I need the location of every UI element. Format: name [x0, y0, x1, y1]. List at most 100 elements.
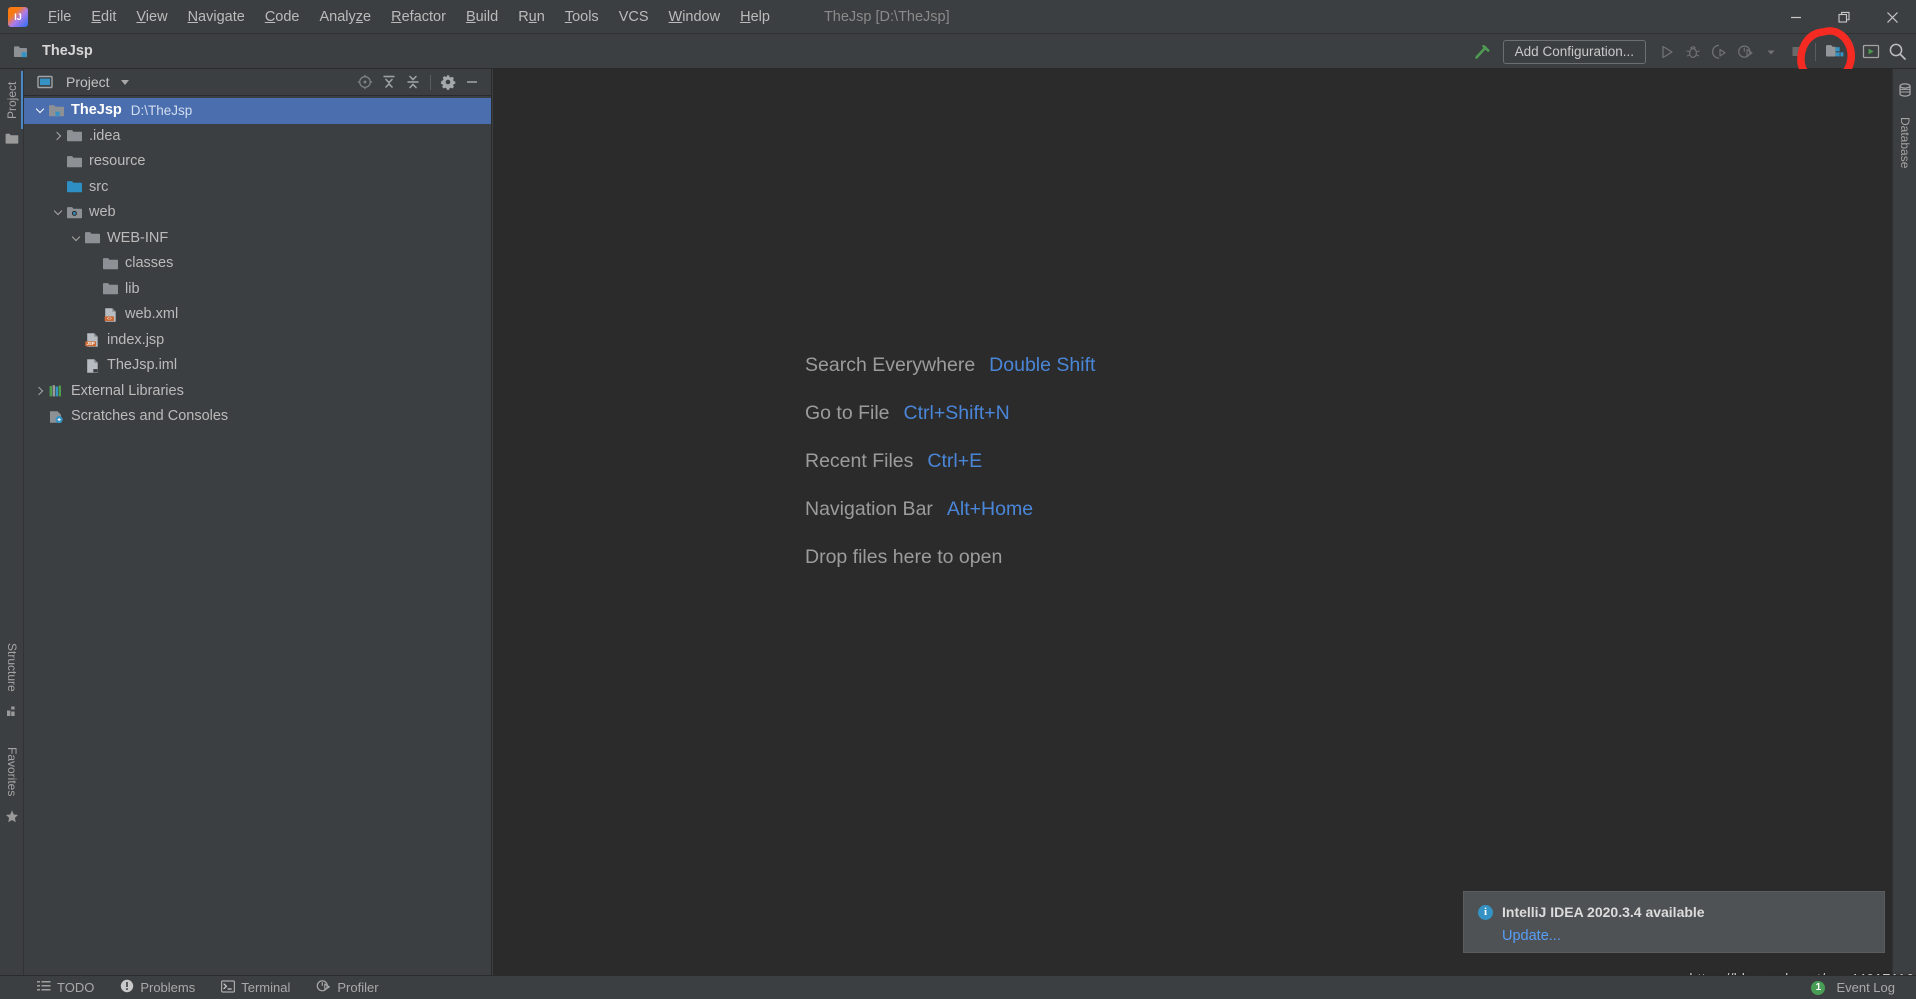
- debug-icon[interactable]: [1680, 39, 1706, 65]
- project-panel-title[interactable]: Project: [36, 74, 129, 91]
- star-icon[interactable]: [5, 809, 19, 823]
- intellij-idea-logo-icon: [8, 6, 28, 27]
- toolbar-project-label: TheJsp: [12, 43, 93, 60]
- status-item-problems-label: Problems: [140, 980, 196, 995]
- tree-node-lib[interactable]: lib: [24, 277, 491, 303]
- close-button[interactable]: [1868, 0, 1916, 34]
- database-icon[interactable]: [1898, 83, 1912, 97]
- profile-icon[interactable]: [1732, 39, 1758, 65]
- web-resource-folder-icon: [66, 204, 83, 221]
- hide-panel-icon[interactable]: [461, 71, 483, 93]
- tree-node-label: WEB-INF: [107, 229, 169, 246]
- project-folder-icon[interactable]: [5, 131, 19, 145]
- tree-node-classes[interactable]: classes: [24, 251, 491, 277]
- tree-node-thejsp-iml[interactable]: TheJsp.iml: [24, 353, 491, 379]
- status-item-profiler[interactable]: Profiler: [303, 976, 391, 999]
- menu-item-navigate[interactable]: Navigate: [178, 3, 255, 31]
- tree-node-web-inf[interactable]: WEB-INF: [24, 226, 491, 252]
- update-project-icon[interactable]: [1858, 39, 1884, 65]
- tree-node-label: lib: [125, 280, 140, 297]
- notification-balloon[interactable]: i IntelliJ IDEA 2020.3.4 available Updat…: [1463, 891, 1885, 953]
- status-item-problems[interactable]: Problems: [107, 976, 208, 999]
- event-log-badge: 1: [1811, 980, 1826, 995]
- menu-item-code[interactable]: Code: [255, 3, 310, 31]
- shortcut-action-label: Go to File: [805, 402, 890, 424]
- status-item-todo-label: TODO: [57, 980, 95, 995]
- stripe-item-project[interactable]: Project: [0, 73, 24, 127]
- chevron-right-icon[interactable]: [50, 128, 66, 144]
- tree-node-path: D:\TheJsp: [130, 103, 193, 119]
- tree-node-idea[interactable]: .idea: [24, 124, 491, 150]
- menu-item-tools[interactable]: Tools: [555, 3, 609, 31]
- menu-item-file[interactable]: File: [38, 3, 81, 31]
- tree-node-label: TheJsp: [71, 102, 122, 119]
- tree-node-label: web.xml: [125, 306, 179, 323]
- scratches-icon: [48, 408, 65, 425]
- notification-update-link[interactable]: Update...: [1502, 928, 1870, 944]
- minimize-button[interactable]: [1772, 0, 1820, 34]
- status-item-terminal[interactable]: Terminal: [208, 976, 303, 999]
- chevron-down-icon[interactable]: [32, 103, 48, 119]
- window-title: TheJsp [D:\TheJsp]: [823, 8, 950, 25]
- chevron-down-icon[interactable]: [50, 205, 66, 221]
- shortcut-action-label: Search Everywhere: [805, 354, 976, 376]
- stop-icon[interactable]: [1784, 39, 1810, 65]
- shortcut-keybinding: Alt+Home: [946, 498, 1034, 520]
- folder-icon: [102, 281, 119, 298]
- stripe-item-database[interactable]: Database: [1893, 103, 1916, 183]
- project-view-icon: [36, 74, 53, 91]
- menu-item-window[interactable]: Window: [659, 3, 731, 31]
- status-item-event-log[interactable]: 1 Event Log: [1798, 976, 1908, 999]
- stripe-item-database-label: Database: [1898, 117, 1912, 169]
- build-hammer-icon[interactable]: [1469, 39, 1495, 65]
- add-configuration-button[interactable]: Add Configuration...: [1502, 39, 1646, 64]
- project-structure-icon[interactable]: [1821, 39, 1847, 65]
- settings-gear-icon[interactable]: [437, 71, 459, 93]
- editor-empty-area[interactable]: Search Everywhere Double Shift Go to File C…: [493, 69, 1892, 975]
- search-icon[interactable]: [1884, 39, 1910, 65]
- status-item-event-log-label: Event Log: [1836, 980, 1895, 995]
- right-tool-window-stripe: Database: [1892, 69, 1916, 975]
- tree-node-src[interactable]: src: [24, 175, 491, 201]
- menu-item-edit[interactable]: Edit: [81, 3, 126, 31]
- menu-item-view[interactable]: View: [126, 3, 177, 31]
- main-toolbar: TheJsp Add Configuration...: [0, 34, 1916, 69]
- chevron-down-icon[interactable]: [120, 79, 129, 85]
- expand-all-icon[interactable]: [402, 71, 424, 93]
- tree-node-resource[interactable]: resource: [24, 149, 491, 175]
- stripe-item-favorites[interactable]: Favorites: [0, 739, 24, 805]
- chevron-down-icon[interactable]: [68, 230, 84, 246]
- chevron-down-icon[interactable]: [1758, 39, 1784, 65]
- menu-item-help[interactable]: Help: [730, 3, 780, 31]
- status-item-terminal-label: Terminal: [241, 980, 291, 995]
- menu-item-vcs[interactable]: VCS: [609, 3, 659, 31]
- tree-node-web[interactable]: web: [24, 200, 491, 226]
- tree-node-web-xml[interactable]: <> web.xml: [24, 302, 491, 328]
- structure-icon[interactable]: [5, 703, 19, 717]
- scroll-from-source-icon[interactable]: [354, 71, 376, 93]
- menu-item-build[interactable]: Build: [456, 3, 508, 31]
- stripe-item-structure[interactable]: Structure: [0, 635, 24, 699]
- folder-icon: [66, 128, 83, 145]
- menu-item-refactor[interactable]: Refactor: [381, 3, 456, 31]
- shortcut-action-label: Navigation Bar: [805, 498, 933, 520]
- tree-node-scratches-and-consoles[interactable]: Scratches and Consoles: [24, 404, 491, 430]
- status-item-todo[interactable]: TODO: [24, 976, 107, 999]
- menu-item-run[interactable]: Run: [508, 3, 555, 31]
- project-tool-window: Project TheJsp D:\TheJsp .idea resource …: [24, 69, 492, 975]
- tree-node-external-libraries[interactable]: External Libraries: [24, 379, 491, 405]
- chevron-right-icon[interactable]: [32, 383, 48, 399]
- run-icon[interactable]: [1654, 39, 1680, 65]
- menu-item-analyze[interactable]: Analyze: [310, 3, 382, 31]
- stripe-item-structure-label: Structure: [5, 642, 19, 692]
- tree-node-index-jsp[interactable]: JSP index.jsp: [24, 328, 491, 354]
- tree-node-label: TheJsp.iml: [107, 357, 178, 374]
- project-file-tree[interactable]: TheJsp D:\TheJsp .idea resource src web WEB-IN…: [24, 96, 491, 975]
- tree-node-thejsp[interactable]: TheJsp D:\TheJsp: [24, 98, 491, 124]
- collapse-all-icon[interactable]: [378, 71, 400, 93]
- tree-node-label: classes: [125, 255, 174, 272]
- shortcut-action-label: Recent Files: [805, 450, 914, 472]
- maximize-button[interactable]: [1820, 0, 1868, 34]
- todo-list-icon: [37, 980, 51, 995]
- run-with-coverage-icon[interactable]: [1706, 39, 1732, 65]
